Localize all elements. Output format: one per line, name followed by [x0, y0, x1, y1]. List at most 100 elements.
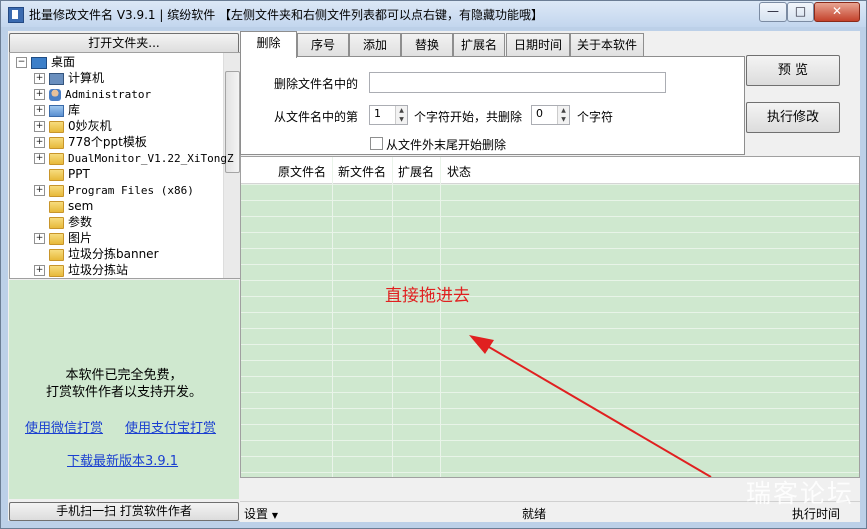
tree-item-label: 计算机 [68, 71, 105, 85]
tree-item[interactable]: 参数 [34, 214, 92, 230]
download-latest-link[interactable]: 下载最新版本3.9.1 [67, 450, 178, 469]
folder-icon [49, 216, 64, 229]
open-folder-button[interactable]: 打开文件夹... [9, 33, 239, 54]
expand-icon[interactable]: + [34, 233, 45, 244]
chars-label: 个字符 [577, 110, 614, 124]
folder-icon [49, 248, 64, 261]
tree-item[interactable]: +778个ppt模板 [34, 134, 147, 150]
tree-item[interactable]: + 计算机 [34, 70, 104, 86]
count-spinner-arrows[interactable]: ▲ ▼ [557, 106, 569, 124]
folder-icon [49, 200, 64, 213]
tree-item-label: 参数 [68, 215, 93, 229]
expand-icon[interactable]: + [34, 153, 45, 164]
folder-icon [49, 168, 64, 181]
wechat-donate-link[interactable]: 使用微信打赏 [25, 417, 103, 436]
tree-item[interactable]: + 图片 [34, 230, 92, 246]
tree-item[interactable]: 垃圾分拣banner [34, 246, 159, 262]
delete-text-input[interactable] [369, 72, 666, 93]
dropdown-arrow-icon[interactable]: ▼ [272, 511, 278, 520]
from-position-label: 从文件名中的第 [274, 110, 359, 124]
tree-item[interactable]: PPT [34, 166, 90, 182]
tree-item-label: Administrator [65, 88, 152, 101]
tree-item-label: PPT [68, 167, 90, 181]
alipay-donate-link[interactable]: 使用支付宝打赏 [125, 417, 216, 436]
expand-icon[interactable]: + [34, 121, 45, 132]
name-contains-label: 删除文件名中的 [274, 77, 359, 91]
window-title: 批量修改文件名 V3.9.1 | 缤纷软件 【左侧文件夹和右侧文件列表都可以点右… [29, 8, 544, 22]
close-button[interactable]: ✕ [814, 2, 860, 22]
tree-item-label: 垃圾分拣站 [68, 263, 129, 277]
from-end-checkbox[interactable] [370, 137, 383, 150]
tree-item[interactable]: + 垃圾分拣站 [34, 262, 128, 278]
tree-item[interactable]: + Program Files (x86) [34, 182, 194, 198]
free-notice-line2: 打赏软件作者以支持开发。 [45, 385, 202, 400]
settings-menu[interactable]: 设置 ▼ [244, 505, 278, 522]
start-delete-label: 个字符开始，共删除 [414, 110, 523, 124]
folder-icon [49, 136, 64, 149]
folder-icon [49, 152, 64, 165]
app-icon [8, 7, 24, 23]
expand-icon[interactable]: + [34, 73, 45, 84]
minimize-button[interactable]: — [759, 2, 787, 22]
client-area: 打开文件夹... − 桌面 + 计算机 + Administrator + 库 +0妙灰机 +77… [8, 31, 860, 522]
expand-icon[interactable]: + [34, 89, 45, 100]
tab-2[interactable]: 添加 [349, 33, 401, 56]
left-panel: 打开文件夹... − 桌面 + 计算机 + Administrator + 库 +0妙灰机 +77… [8, 31, 241, 521]
tree-item-label: Program Files (x86) [68, 184, 194, 197]
app-window: 批量修改文件名 V3.9.1 | 缤纷软件 【左侧文件夹和右侧文件列表都可以点右… [0, 0, 867, 529]
tree-item-label: DualMonitor_V1.22_XiTongZ [68, 152, 234, 165]
tree-item-label: 垃圾分拣banner [68, 247, 159, 261]
tree-item[interactable]: + 库 [34, 102, 80, 118]
expand-icon[interactable]: + [34, 265, 45, 276]
collapse-icon[interactable]: − [16, 57, 27, 68]
start-spinner-arrows[interactable]: ▲ ▼ [395, 106, 407, 124]
delete-tab-panel: 删除文件名中的 从文件名中的第 1 ▲ ▼ 个字符开始，共删除 0 ▲ ▼ 个字符 … [240, 56, 745, 155]
status-text: 就绪 [522, 507, 547, 521]
tab-4[interactable]: 扩展名 [453, 33, 505, 56]
folder-icon [49, 232, 64, 245]
tree-item[interactable]: + DualMonitor_V1.22_XiTongZ [34, 150, 234, 166]
spin-down-icon[interactable]: ▼ [396, 115, 407, 124]
drag-hint-arrow-icon [469, 335, 712, 477]
library-icon [49, 104, 64, 117]
settings-label[interactable]: 设置 [244, 507, 268, 521]
tree-item-label: 778个ppt模板 [68, 135, 147, 149]
spin-up-icon[interactable]: ▲ [558, 106, 569, 115]
tree-item[interactable]: sem [34, 198, 93, 214]
tree-item[interactable]: +0妙灰机 [34, 118, 112, 134]
tab-6[interactable]: 关于本软件 [570, 33, 644, 56]
tree-item[interactable]: + Administrator [34, 86, 151, 102]
desktop-icon [31, 56, 47, 69]
tab-3[interactable]: 替换 [401, 33, 453, 56]
donate-panel: 本软件已完全免费， 打赏软件作者以支持开发。 使用微信打赏 使用支付宝打赏 下载… [9, 280, 239, 499]
scan-donate-button[interactable]: 手机扫一扫 打赏软件作者 [9, 502, 239, 521]
tree-item-label: sem [68, 199, 94, 213]
arrow-head [469, 335, 494, 354]
expand-icon[interactable]: + [34, 105, 45, 116]
tab-1[interactable]: 序号 [297, 33, 349, 56]
folder-icon [49, 184, 64, 197]
folder-tree[interactable]: − 桌面 + 计算机 + Administrator + 库 +0妙灰机 +778个ppt模板 + D… [9, 52, 241, 279]
free-notice-line1: 本软件已完全免费， [65, 368, 183, 383]
tree-item-label: 库 [68, 103, 81, 117]
tree-item[interactable]: − 桌面 [16, 54, 75, 70]
expand-icon[interactable]: + [34, 137, 45, 148]
preview-button[interactable]: 预 览 [746, 55, 840, 86]
maximize-button[interactable]: □ [787, 2, 814, 22]
spin-up-icon[interactable]: ▲ [396, 106, 407, 115]
computer-icon [49, 72, 64, 85]
expand-icon[interactable]: + [34, 185, 45, 196]
delete-count-spinner[interactable]: 0 ▲ ▼ [531, 105, 570, 125]
spin-down-icon[interactable]: ▼ [558, 115, 569, 124]
start-position-spinner[interactable]: 1 ▲ ▼ [369, 105, 408, 125]
user-icon [49, 88, 61, 101]
from-end-label: 从文件外末尾开始删除 [386, 138, 507, 152]
tab-5[interactable]: 日期时间 [506, 33, 570, 56]
execute-button[interactable]: 执行修改 [746, 102, 840, 133]
start-position-value: 1 [374, 107, 381, 120]
file-list[interactable]: 原文件名 新文件名 扩展名 状态 直接拖进去 [240, 156, 860, 478]
tab-0[interactable]: 删除 [240, 31, 297, 58]
